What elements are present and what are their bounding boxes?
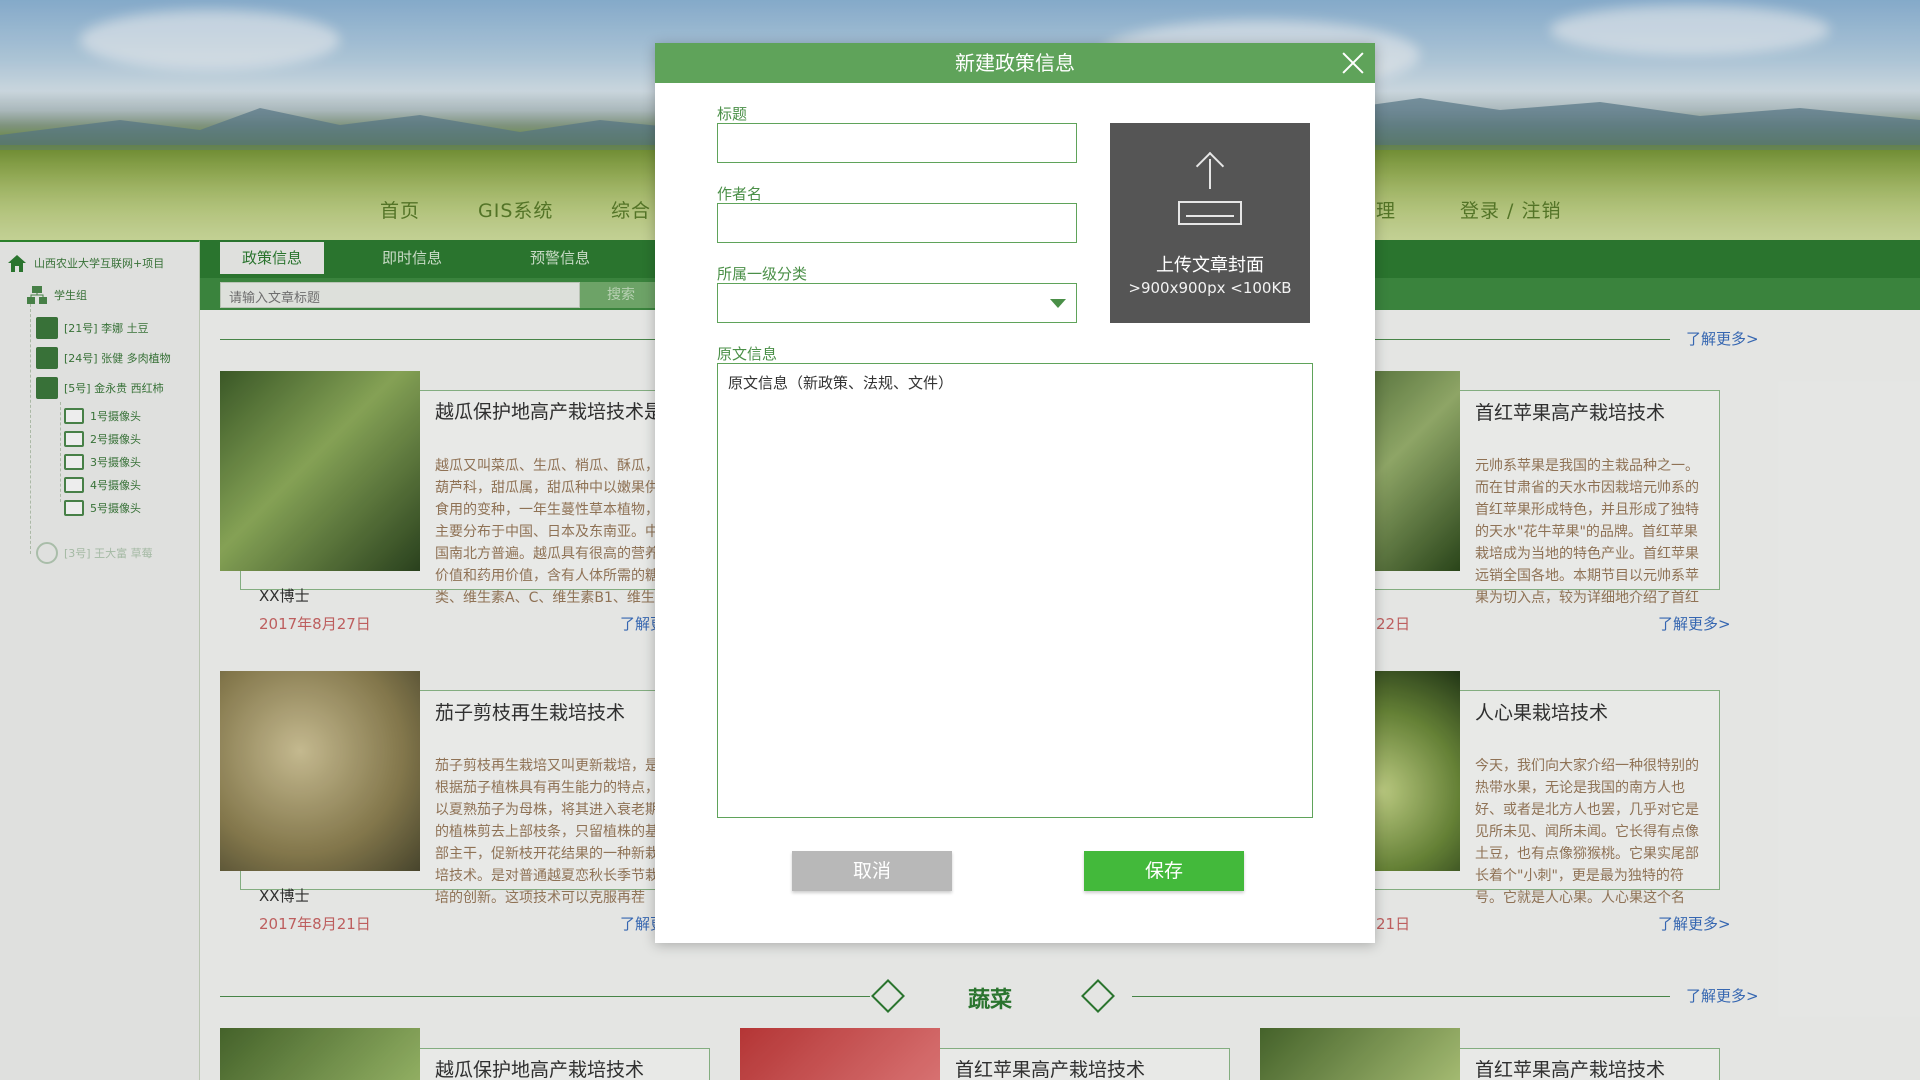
upload-label: 上传文章封面 [1156,255,1264,276]
upload-hint: >900x900px <100KB [1128,279,1292,297]
upload-tray-icon [1178,201,1242,225]
chevron-down-icon [1050,299,1066,308]
dialog-header: 新建政策信息 [655,43,1375,83]
title-input[interactable] [717,123,1077,163]
save-button[interactable]: 保存 [1084,851,1244,891]
category-label: 所属一级分类 [717,265,808,283]
cover-upload[interactable]: 上传文章封面 >900x900px <100KB [1110,123,1310,323]
close-icon[interactable] [1339,49,1367,77]
source-label: 原文信息 [717,345,778,363]
new-policy-dialog: 新建政策信息 标题 作者名 所属一级分类 上传文章封面 >900x900px <… [655,43,1375,943]
upload-tray-line [1186,215,1234,217]
title-label: 标题 [717,105,748,123]
cancel-button[interactable]: 取消 [792,851,952,891]
source-textarea[interactable]: 原文信息（新政策、法规、文件） [717,363,1313,818]
upload-arrow-head-icon [1195,151,1225,181]
author-label: 作者名 [717,185,763,203]
author-input[interactable] [717,203,1077,243]
dialog-title: 新建政策信息 [955,51,1075,75]
category-select[interactable] [717,283,1077,323]
